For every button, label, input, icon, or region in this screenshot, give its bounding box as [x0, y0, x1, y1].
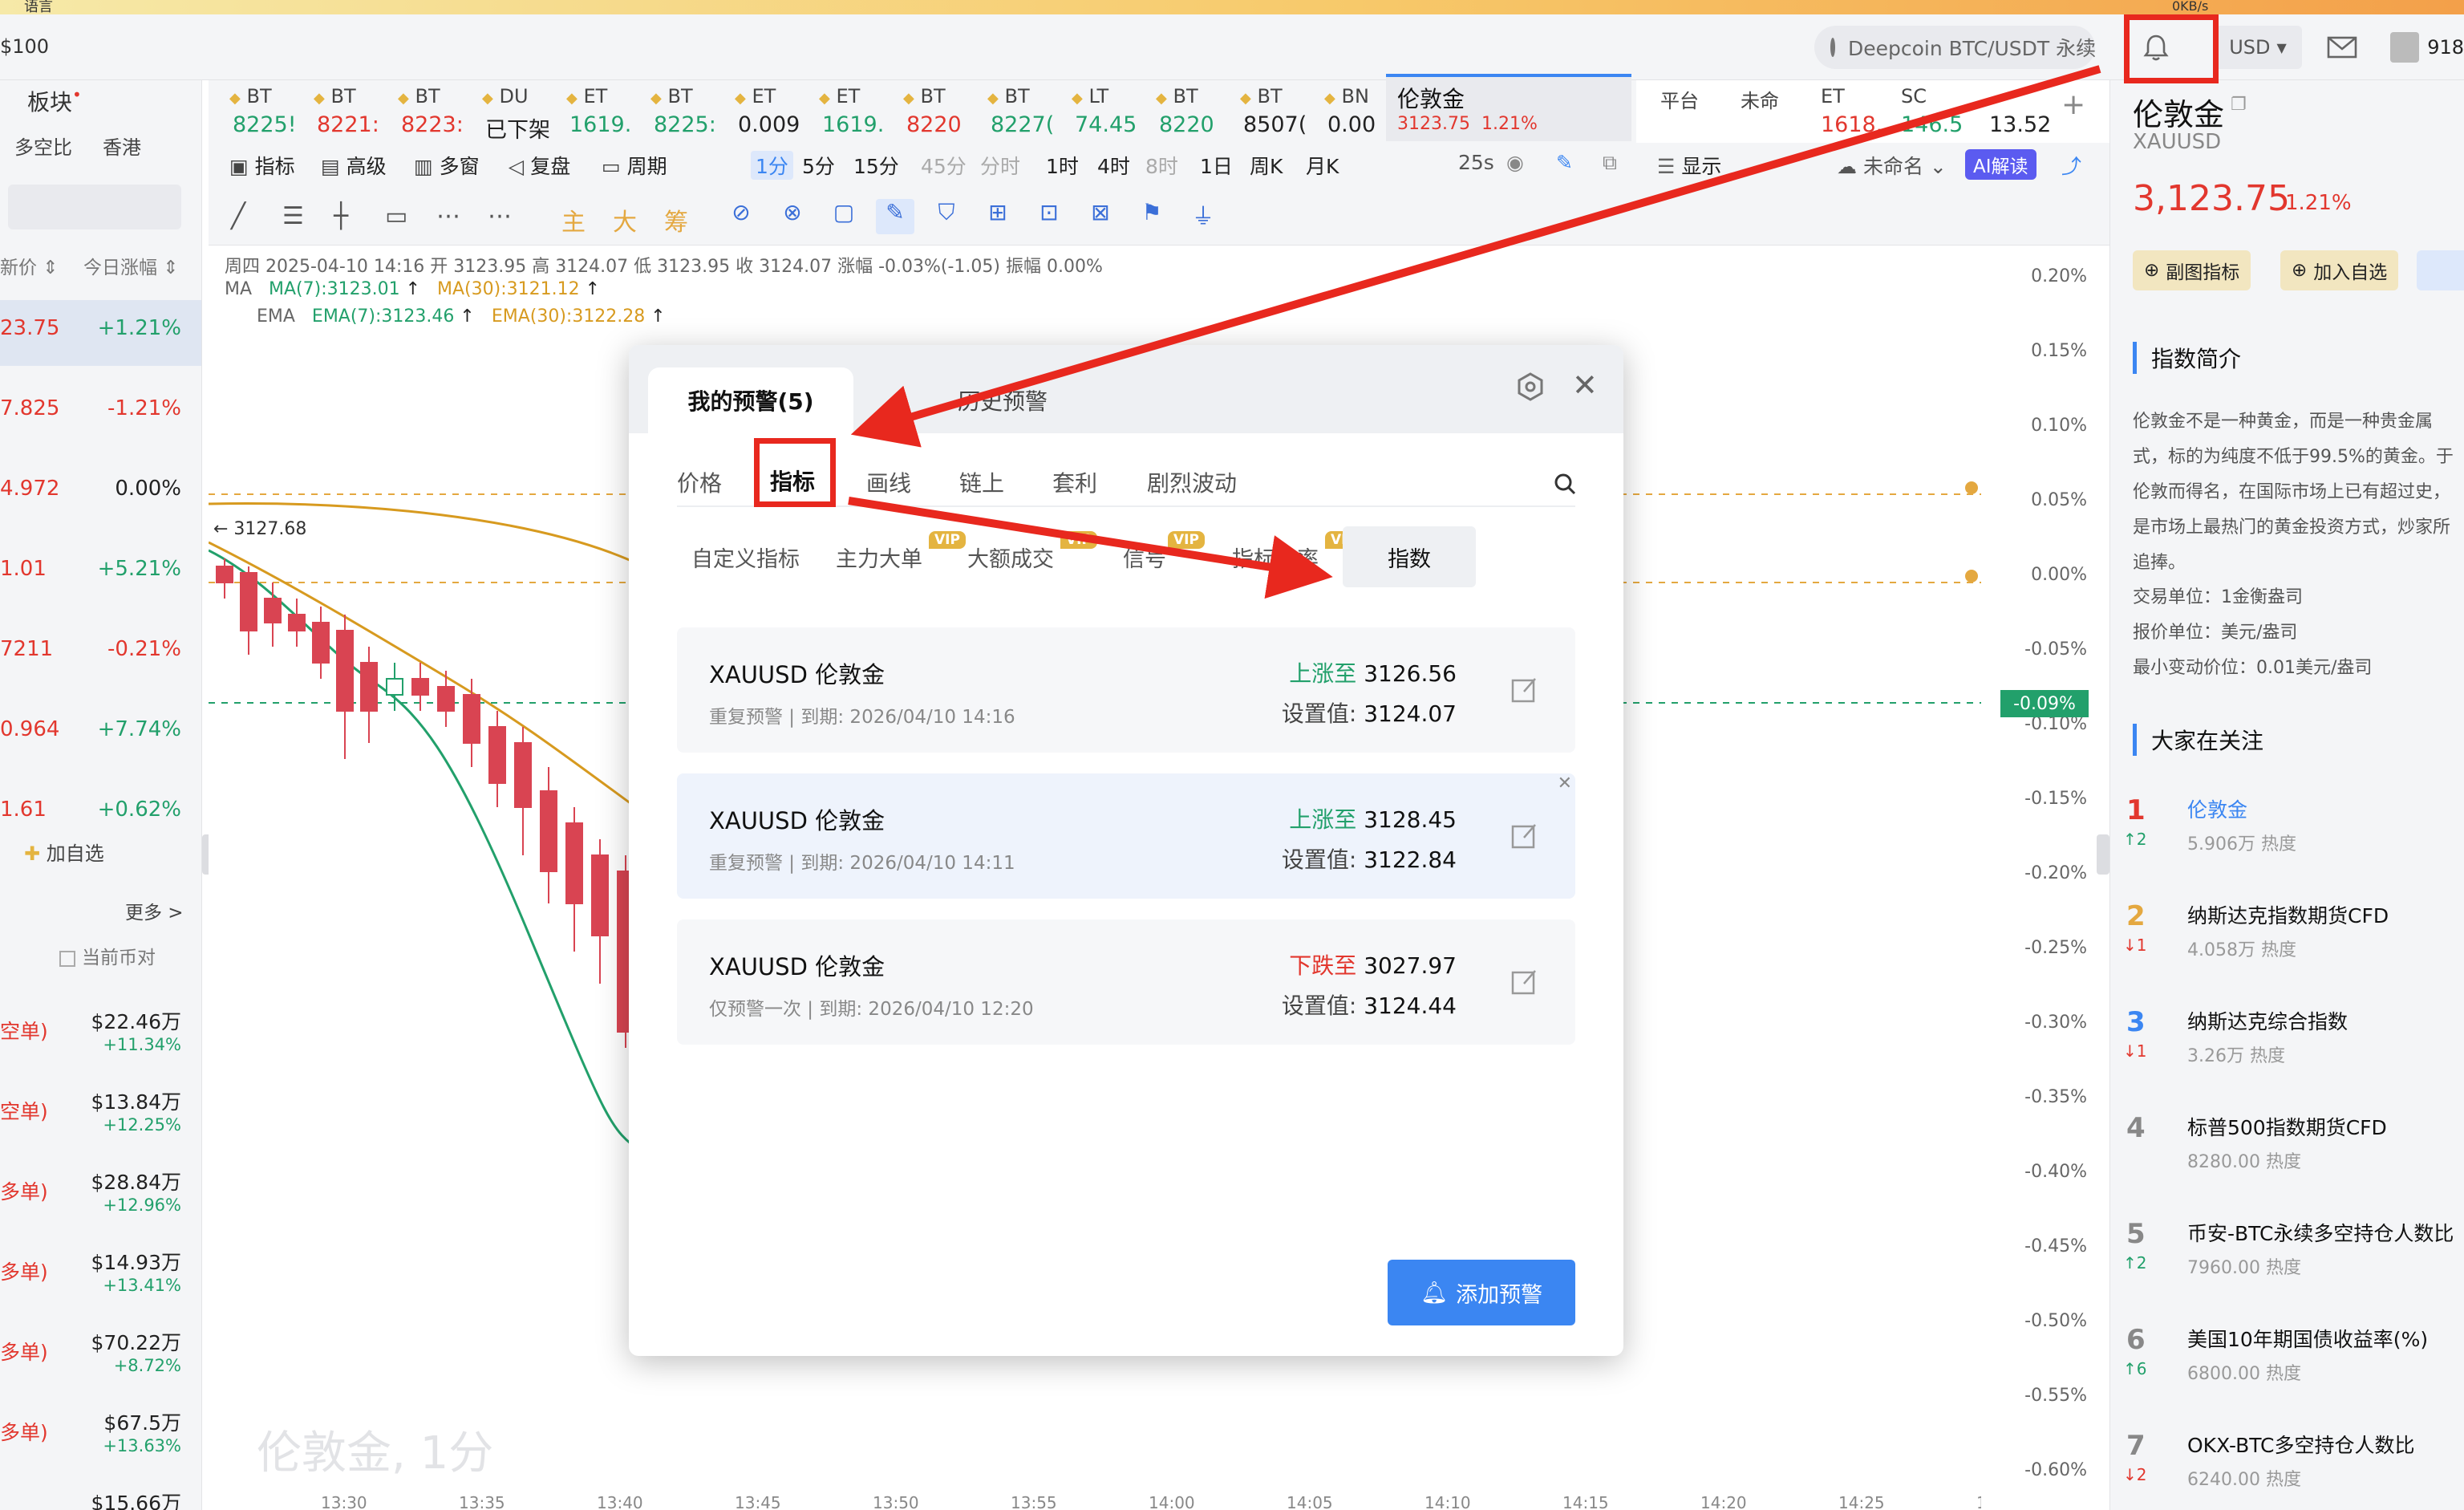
- arrow-bell-to-tab: [850, 65, 2101, 448]
- arrow-tab-to-index: [848, 497, 1333, 599]
- annotation-arrows: [848, 65, 2101, 599]
